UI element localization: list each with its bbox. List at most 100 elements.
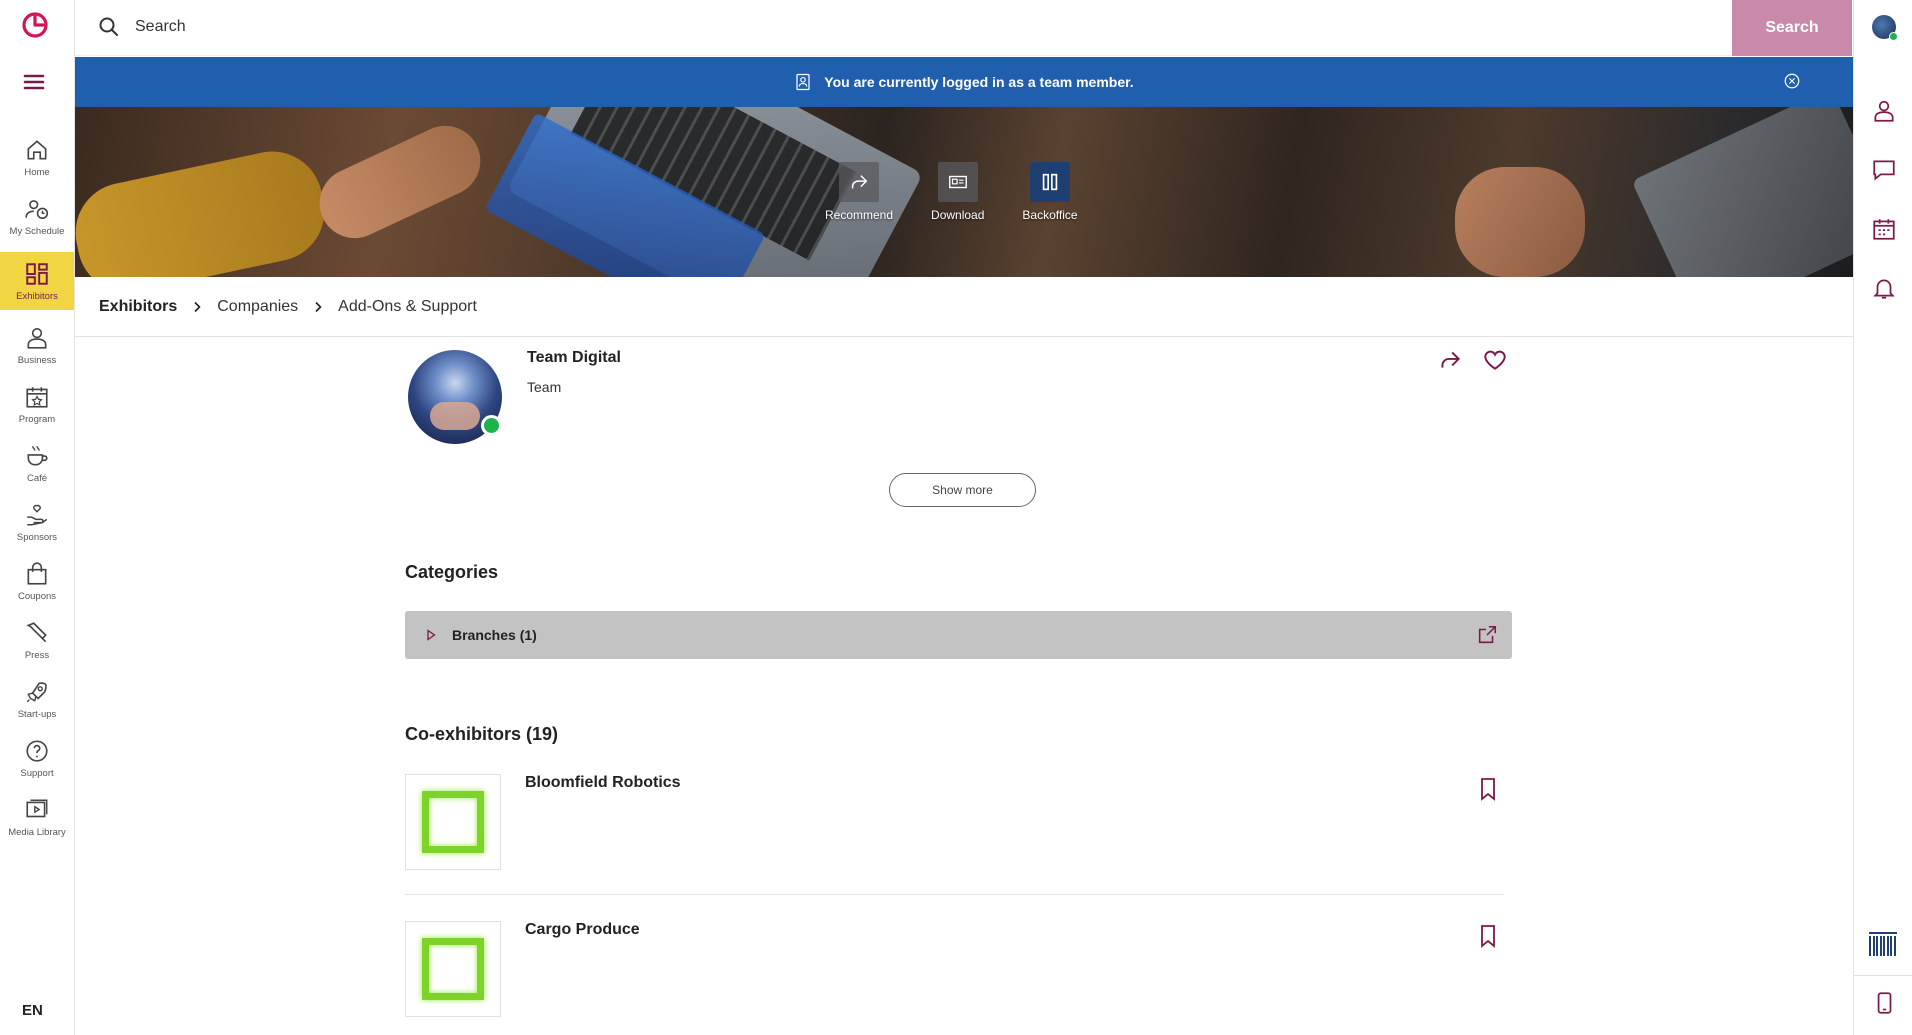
hero-decor: [1455, 167, 1585, 277]
category-branches[interactable]: Branches (1): [405, 611, 1512, 659]
share-arrow-icon: [851, 175, 868, 189]
brand-logo-icon[interactable]: [20, 10, 50, 40]
nav-item-coupons[interactable]: Coupons: [0, 552, 74, 610]
rocket-icon: [26, 681, 47, 702]
close-icon[interactable]: [1783, 72, 1801, 90]
company-logo: [405, 921, 501, 1017]
shopping-bag-icon: [27, 561, 47, 585]
schedule-icon: [25, 199, 49, 219]
nav-item-sponsors[interactable]: Sponsors: [0, 493, 74, 551]
breadcrumb-companies[interactable]: Companies: [217, 298, 298, 316]
breadcrumb: Exhibitors Companies Add-Ons & Support: [75, 277, 1853, 337]
backoffice-label: Backoffice: [1022, 208, 1078, 222]
nav-label: Coupons: [17, 590, 57, 602]
recommend-label: Recommend: [825, 208, 894, 222]
company-logo: [405, 774, 501, 870]
nav-item-startups[interactable]: Start-ups: [0, 670, 74, 728]
team-name: Team Digital: [527, 349, 621, 366]
nav-label: Café: [26, 472, 48, 484]
company-name[interactable]: Bloomfield Robotics: [525, 774, 681, 792]
nav-item-my-schedule[interactable]: My Schedule: [0, 187, 74, 245]
co-exhibitor-item[interactable]: Cargo Produce: [405, 921, 1505, 1035]
team-type: Team: [527, 379, 562, 395]
hero-decor: [75, 142, 334, 277]
hamburger-menu-icon[interactable]: [22, 70, 46, 94]
nav-item-press[interactable]: Press: [0, 611, 74, 669]
pen-icon: [26, 621, 47, 642]
online-status-dot: [481, 415, 502, 436]
recommend-button[interactable]: Recommend: [825, 162, 893, 222]
co-exhibitor-item[interactable]: Bloomfield Robotics: [405, 774, 1505, 894]
search-icon: [99, 17, 118, 36]
nav-label: Support: [20, 767, 54, 779]
notice-text: You are currently logged in as a team me…: [824, 74, 1134, 90]
chat-icon[interactable]: [1871, 157, 1897, 183]
help-icon: [26, 739, 48, 762]
team-member-icon: [796, 73, 810, 91]
breadcrumb-current: Add-Ons & Support: [338, 297, 477, 315]
left-sidebar: Home My Schedule Exhibitors Business Pro…: [0, 0, 75, 1035]
co-exhibitors-title: Co-exhibitors (19): [405, 724, 559, 744]
download-label: Download: [931, 208, 985, 222]
vcard-icon: [948, 175, 967, 189]
expand-triangle-icon: [427, 629, 436, 641]
hero-action-bar: Recommend Download Backoffice: [825, 162, 1078, 222]
nav-label: My Schedule: [9, 225, 65, 237]
user-avatar[interactable]: [1872, 15, 1898, 41]
nav-item-media-library[interactable]: Media Library: [0, 788, 74, 846]
divider: [405, 894, 1504, 895]
category-label: Branches (1): [452, 627, 537, 643]
nav-item-home[interactable]: Home: [0, 128, 74, 186]
calendar-icon[interactable]: [1871, 216, 1897, 242]
nav-item-exhibitors[interactable]: Exhibitors: [0, 252, 74, 310]
language-switcher[interactable]: EN: [22, 1002, 43, 1019]
chevron-right-icon: [315, 301, 322, 312]
breadcrumb-exhibitors[interactable]: Exhibitors: [99, 298, 177, 316]
columns-icon: [1042, 173, 1058, 191]
bookmark-icon[interactable]: [1477, 777, 1499, 801]
nav-label: Media Library: [8, 826, 66, 838]
grid-icon: [26, 262, 48, 285]
nav-label: Start-ups: [17, 708, 57, 720]
share-icon[interactable]: [1437, 347, 1463, 373]
search-input[interactable]: [135, 10, 1385, 44]
top-search-bar: Search: [75, 0, 1853, 56]
media-icon: [26, 799, 48, 817]
nav-label: Program: [18, 413, 56, 425]
nav-label: Home: [24, 166, 50, 178]
nav-label: Sponsors: [16, 531, 58, 543]
bell-icon[interactable]: [1871, 275, 1897, 301]
hand-heart-icon: [27, 504, 48, 526]
nav-item-support[interactable]: Support: [0, 729, 74, 787]
online-status-dot: [1889, 32, 1898, 41]
nav-item-business[interactable]: Business: [0, 316, 74, 374]
bookmark-icon[interactable]: [1477, 924, 1499, 948]
home-icon: [27, 139, 47, 159]
search-button[interactable]: Search: [1732, 0, 1852, 56]
backoffice-button[interactable]: Backoffice: [1022, 162, 1078, 222]
hero-banner: Recommend Download Backoffice: [75, 107, 1853, 277]
nav-item-cafe[interactable]: Café: [0, 434, 74, 492]
coffee-icon: [27, 445, 48, 465]
app-root: Home My Schedule Exhibitors Business Pro…: [0, 0, 1912, 1035]
chevron-right-icon: [194, 301, 201, 312]
heart-icon[interactable]: [1482, 347, 1508, 373]
team-member-notice: You are currently logged in as a team me…: [75, 57, 1853, 107]
nav-label: Business: [17, 354, 57, 366]
nav-label: Exhibitors: [16, 290, 58, 302]
show-more-button[interactable]: Show more: [889, 473, 1036, 507]
hero-decor: [1631, 107, 1853, 277]
profile-icon[interactable]: [1871, 98, 1897, 124]
nav-label: Press: [24, 649, 50, 661]
barcode-icon[interactable]: [1867, 930, 1899, 958]
hero-decor: [308, 114, 492, 250]
external-link-icon[interactable]: [1476, 624, 1498, 646]
download-button[interactable]: Download: [931, 162, 984, 222]
categories-title: Categories: [405, 562, 499, 582]
divider: [1854, 975, 1912, 976]
nav-item-program[interactable]: Program: [0, 375, 74, 433]
company-name[interactable]: Cargo Produce: [525, 921, 640, 939]
calendar-star-icon: [26, 386, 48, 408]
right-sidebar: [1853, 0, 1912, 1035]
mobile-icon[interactable]: [1871, 990, 1897, 1016]
